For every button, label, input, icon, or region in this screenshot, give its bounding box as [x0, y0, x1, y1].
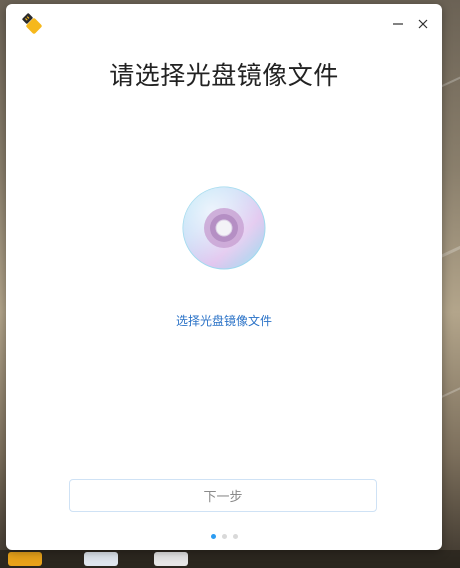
- page-dot: [221, 534, 227, 539]
- next-button[interactable]: 下一步: [69, 479, 377, 512]
- taskbar-app-icon[interactable]: [8, 552, 42, 566]
- taskbar: [0, 550, 460, 568]
- taskbar-app-icon[interactable]: [84, 552, 118, 566]
- page-indicator: [6, 534, 442, 539]
- dialog-window: 请选择光盘镜像文件 选择光盘镜像文件 下一步: [6, 4, 442, 550]
- page-title: 请选择光盘镜像文件: [109, 61, 339, 90]
- minimize-button[interactable]: [388, 14, 408, 34]
- page-dot: [232, 534, 238, 539]
- close-icon: [418, 19, 428, 29]
- minimize-icon: [393, 23, 403, 25]
- page-dot: [210, 534, 216, 539]
- usb-drive-icon: [20, 12, 46, 38]
- close-button[interactable]: [413, 14, 433, 34]
- disc-icon[interactable]: [181, 185, 267, 271]
- taskbar-app-icon[interactable]: [154, 552, 188, 566]
- select-image-link[interactable]: 选择光盘镜像文件: [6, 312, 442, 329]
